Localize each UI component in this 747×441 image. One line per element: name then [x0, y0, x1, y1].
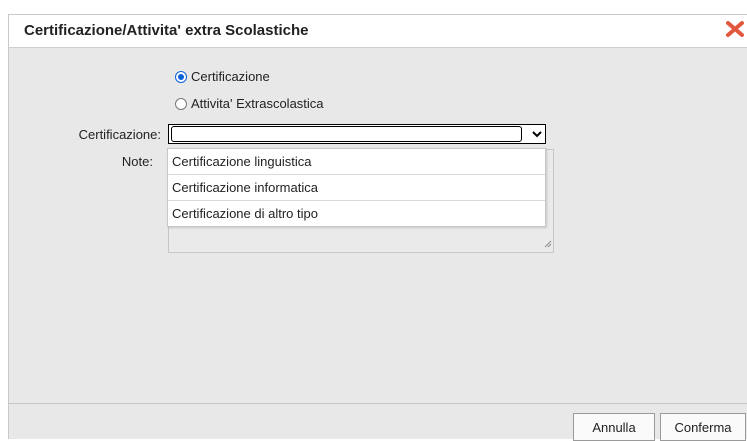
certificazione-select-value — [171, 126, 522, 142]
confirm-button[interactable]: Conferma — [660, 413, 746, 441]
radio-certificazione[interactable]: Certificazione — [175, 69, 270, 84]
dropdown-option[interactable]: Certificazione linguistica — [168, 149, 545, 175]
certificazione-dropdown-list: Certificazione linguistica Certificazion… — [167, 148, 546, 227]
dialog-title: Certificazione/Attivita' extra Scolastic… — [24, 22, 309, 39]
dialog-footer: Annulla Conferma — [9, 403, 747, 441]
certificazione-dialog: Certificazione/Attivita' extra Scolastic… — [8, 14, 747, 441]
radio-attivita-extrascolastica[interactable]: Attivita' Extrascolastica — [175, 96, 324, 111]
certificazione-label: Certificazione: — [78, 127, 161, 142]
close-icon[interactable] — [724, 18, 746, 40]
radio-attivita-extrascolastica-button[interactable] — [175, 97, 187, 110]
dropdown-option[interactable]: Certificazione informatica — [168, 175, 545, 201]
certificazione-select[interactable] — [168, 124, 546, 144]
cancel-button[interactable]: Annulla — [573, 413, 655, 441]
radio-certificazione-label: Certificazione — [191, 69, 270, 84]
dropdown-option[interactable]: Certificazione di altro tipo — [168, 201, 545, 226]
dialog-titlebar: Certificazione/Attivita' extra Scolastic… — [9, 15, 747, 48]
radio-certificazione-button[interactable] — [175, 70, 187, 83]
chevron-down-icon[interactable] — [530, 127, 543, 141]
resize-grip-icon[interactable] — [543, 236, 552, 251]
note-label: Note: — [121, 154, 153, 169]
radio-attivita-extrascolastica-label: Attivita' Extrascolastica — [191, 96, 324, 111]
